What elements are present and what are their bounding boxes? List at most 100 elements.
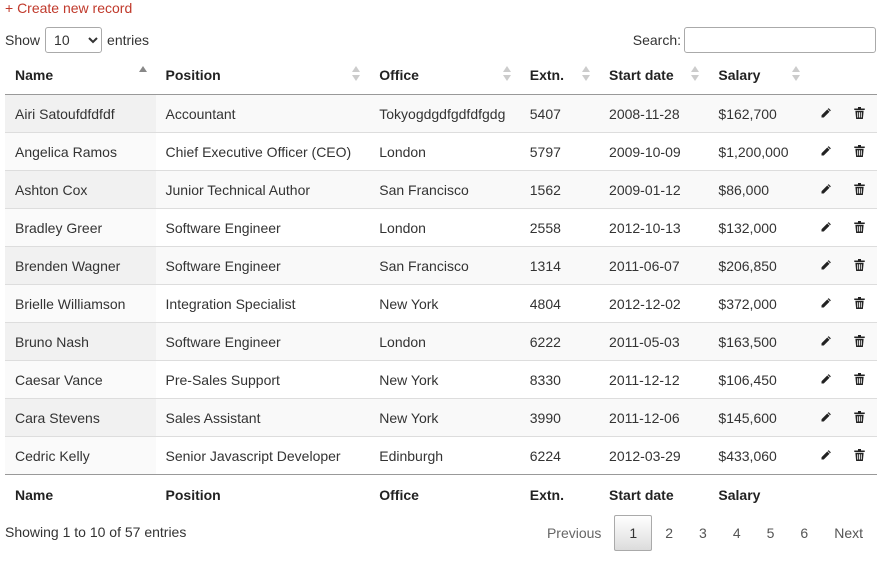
table-cell: San Francisco xyxy=(369,170,520,209)
table-cell: 8330 xyxy=(519,360,600,399)
table-cell: $1,200,000 xyxy=(708,132,809,171)
trash-icon[interactable] xyxy=(854,182,866,198)
footer-header-start-date: Start date xyxy=(599,474,709,514)
trash-icon[interactable] xyxy=(854,296,866,312)
pencil-icon[interactable] xyxy=(820,144,832,160)
table-cell: New York xyxy=(369,284,520,323)
footer-row: Name Position Office Extn. Start date Sa… xyxy=(5,474,877,514)
column-header-start-date[interactable]: Start date xyxy=(599,56,709,95)
table-cell: Sales Assistant xyxy=(155,398,370,437)
previous-button[interactable]: Previous xyxy=(534,515,614,551)
table-cell: Software Engineer xyxy=(155,322,370,361)
edit-cell xyxy=(808,246,843,285)
edit-cell xyxy=(808,208,843,247)
edit-cell xyxy=(808,360,843,399)
page-button[interactable]: 5 xyxy=(754,515,788,551)
next-button[interactable]: Next xyxy=(821,515,876,551)
table-cell: 2011-05-03 xyxy=(599,322,709,361)
table-cell: $145,600 xyxy=(708,398,809,437)
table-row: Brielle Williamson Integration Specialist… xyxy=(5,284,877,323)
table-row: Bradley Greer Software Engineer London 2558… xyxy=(5,208,877,247)
table-cell: 2011-06-07 xyxy=(599,246,709,285)
delete-cell xyxy=(842,246,877,285)
table-cell: Ashton Cox xyxy=(5,170,156,209)
pencil-icon[interactable] xyxy=(820,182,832,198)
table-cell: London xyxy=(369,208,520,247)
pagination: Previous 123456 Next xyxy=(534,515,876,551)
sort-icon xyxy=(582,66,591,82)
table-cell: Airi Satoufdfdfdf xyxy=(5,94,156,133)
table-cell: 2011-12-12 xyxy=(599,360,709,399)
page-button[interactable]: 3 xyxy=(686,515,720,551)
delete-cell xyxy=(842,208,877,247)
table-row: Angelica Ramos Chief Executive Officer (C… xyxy=(5,132,877,171)
edit-cell xyxy=(808,94,843,133)
table-cell: New York xyxy=(369,398,520,437)
column-header-position[interactable]: Position xyxy=(155,56,370,95)
table-cell: 1562 xyxy=(519,170,600,209)
edit-cell xyxy=(808,132,843,171)
column-header-office[interactable]: Office xyxy=(369,56,520,95)
footer-header-salary: Salary xyxy=(708,474,809,514)
pencil-icon[interactable] xyxy=(820,410,832,426)
column-header-label: Office xyxy=(379,67,419,83)
records-table: Name Position Office Extn. Start date Sa… xyxy=(5,56,877,514)
search-control: Search: xyxy=(633,26,876,54)
column-header-extn[interactable]: Extn. xyxy=(519,56,600,95)
table-row: Cara Stevens Sales Assistant New York 3990 2… xyxy=(5,398,877,437)
table-cell: Junior Technical Author xyxy=(155,170,370,209)
table-cell: 2012-10-13 xyxy=(599,208,709,247)
table-cell: Integration Specialist xyxy=(155,284,370,323)
trash-icon[interactable] xyxy=(854,372,866,388)
footer-header-delete xyxy=(842,474,877,514)
table-cell: $163,500 xyxy=(708,322,809,361)
column-header-label: Extn. xyxy=(529,67,564,83)
trash-icon[interactable] xyxy=(854,258,866,274)
table-cell: San Francisco xyxy=(369,246,520,285)
page-length-control: Show 10 entries xyxy=(5,27,149,53)
create-record-link[interactable]: + Create new record xyxy=(5,0,132,16)
page-button[interactable]: 2 xyxy=(652,515,686,551)
trash-icon[interactable] xyxy=(854,144,866,160)
trash-icon[interactable] xyxy=(854,106,866,122)
column-header-label: Start date xyxy=(609,67,674,83)
pencil-icon[interactable] xyxy=(820,258,832,274)
table-cell: $86,000 xyxy=(708,170,809,209)
table-cell: Bradley Greer xyxy=(5,208,156,247)
column-header-name[interactable]: Name xyxy=(5,56,156,95)
trash-icon[interactable] xyxy=(854,220,866,236)
search-input[interactable] xyxy=(684,27,876,53)
header-row: Name Position Office Extn. Start date Sa… xyxy=(5,56,877,95)
column-header-salary[interactable]: Salary xyxy=(708,56,809,95)
footer-header-name: Name xyxy=(5,474,156,514)
page-button[interactable]: 1 xyxy=(614,515,653,551)
delete-cell xyxy=(842,170,877,209)
table-cell: 2558 xyxy=(519,208,600,247)
table-cell: 2011-12-06 xyxy=(599,398,709,437)
pencil-icon[interactable] xyxy=(820,334,832,350)
pencil-icon[interactable] xyxy=(820,220,832,236)
show-label: Show xyxy=(5,32,41,48)
table-cell: 2009-01-12 xyxy=(599,170,709,209)
table-cell: Senior Javascript Developer xyxy=(155,436,370,475)
pencil-icon[interactable] xyxy=(820,372,832,388)
page-button[interactable]: 6 xyxy=(787,515,821,551)
edit-cell xyxy=(808,322,843,361)
table-cell: Edinburgh xyxy=(369,436,520,475)
entries-label: entries xyxy=(107,32,150,48)
table-cell: Chief Executive Officer (CEO) xyxy=(155,132,370,171)
table-cell: 2009-10-09 xyxy=(599,132,709,171)
page-button[interactable]: 4 xyxy=(720,515,754,551)
edit-cell xyxy=(808,398,843,437)
trash-icon[interactable] xyxy=(854,410,866,426)
table-cell: Cedric Kelly xyxy=(5,436,156,475)
pencil-icon[interactable] xyxy=(820,296,832,312)
trash-icon[interactable] xyxy=(854,448,866,464)
page-length-select[interactable]: 10 xyxy=(45,27,103,53)
pencil-icon[interactable] xyxy=(820,106,832,122)
table-cell: Pre-Sales Support xyxy=(155,360,370,399)
trash-icon[interactable] xyxy=(854,334,866,350)
table-info: Showing 1 to 10 of 57 entries xyxy=(5,524,187,540)
table-cell: $372,000 xyxy=(708,284,809,323)
pencil-icon[interactable] xyxy=(820,448,832,464)
